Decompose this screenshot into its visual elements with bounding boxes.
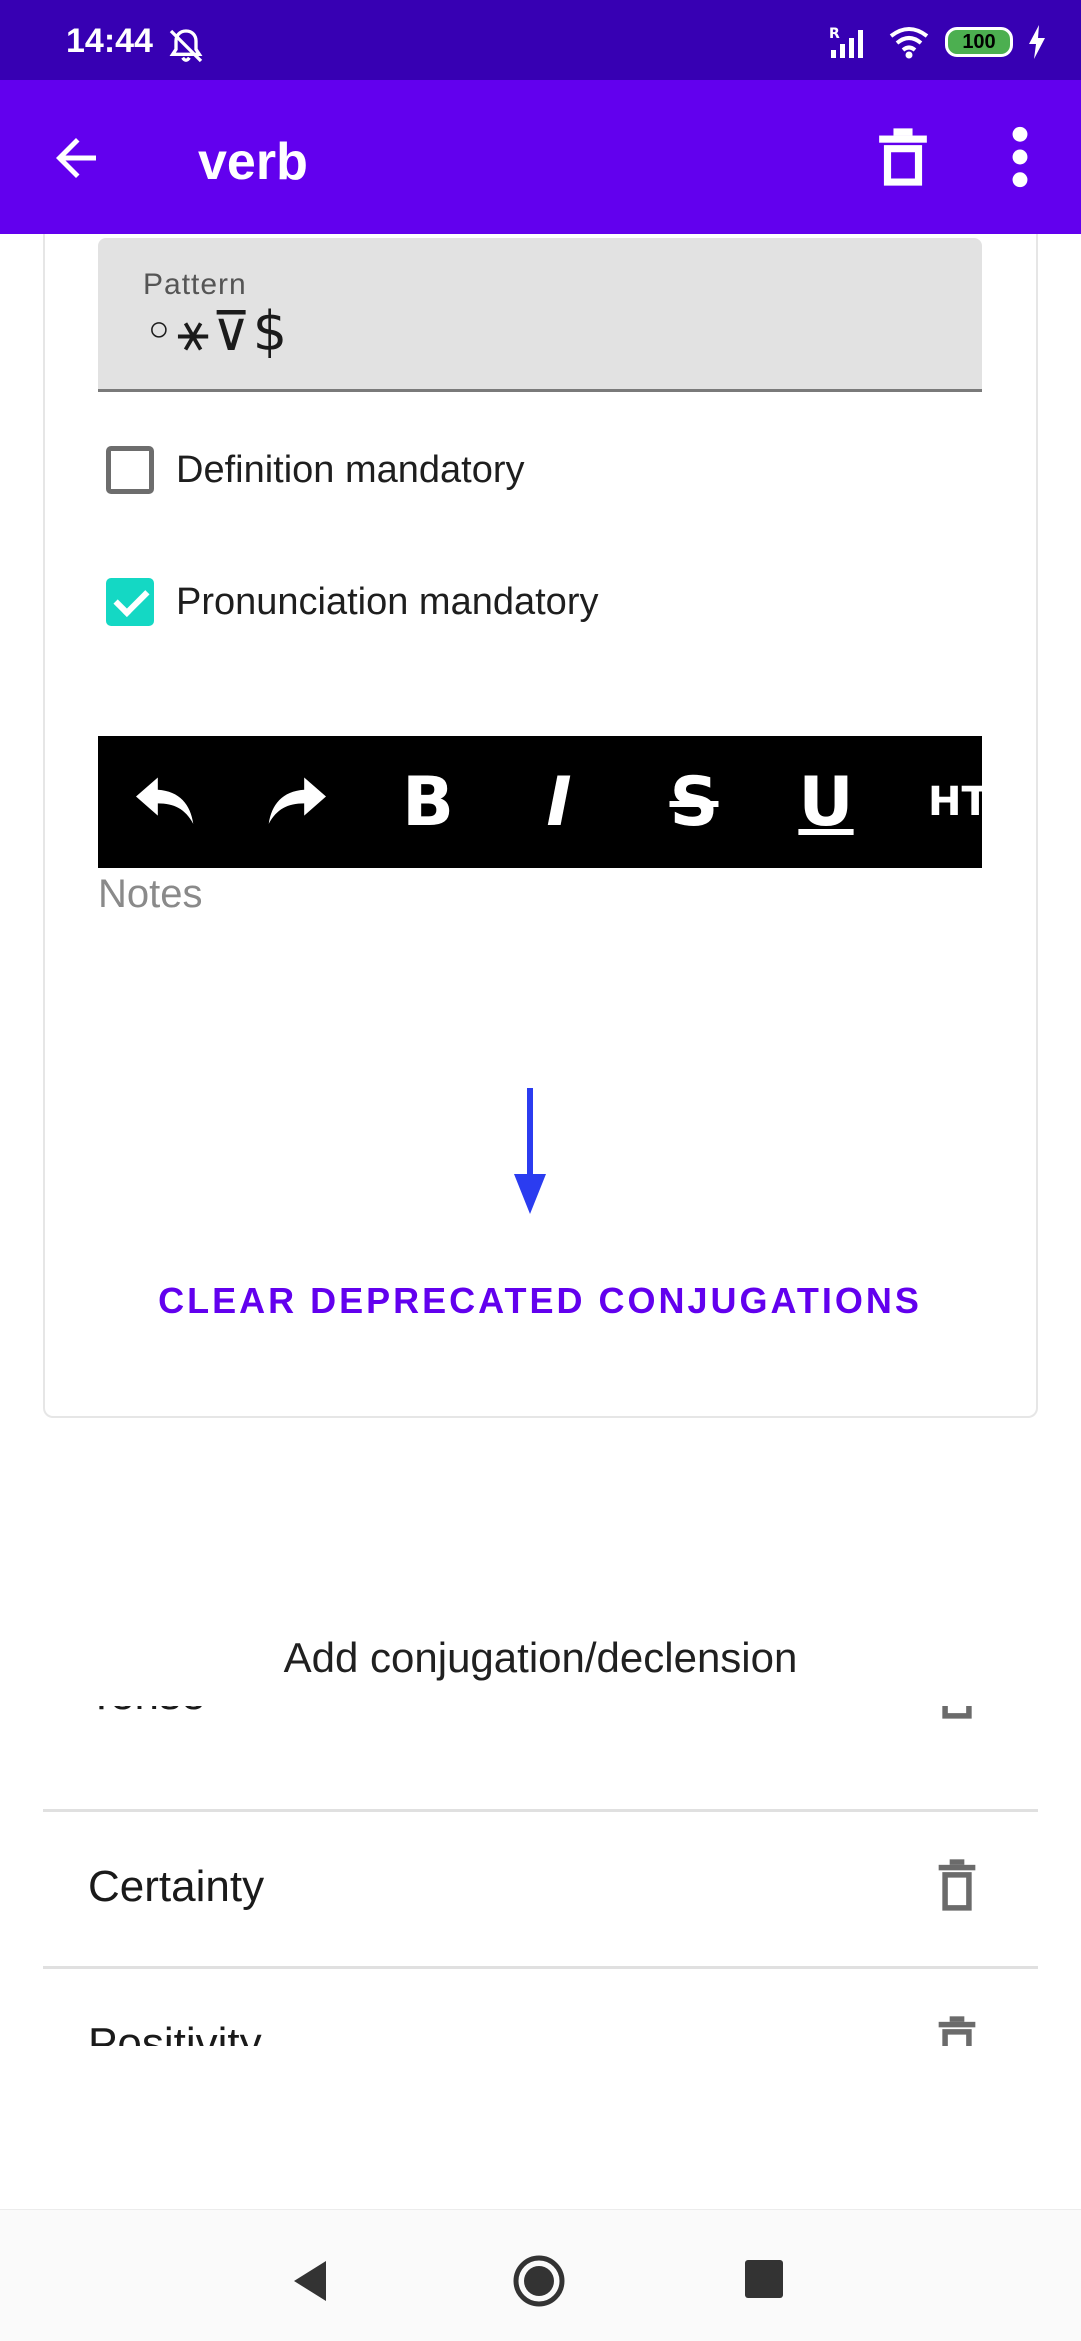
charging-icon	[1029, 25, 1045, 59]
pattern-label: Pattern	[143, 268, 247, 301]
pattern-field[interactable]: Pattern ◦⚹⊽$	[98, 238, 982, 392]
wifi-icon	[889, 27, 929, 59]
list-item[interactable]: Tense	[43, 1706, 1038, 1777]
system-nav-bar	[0, 2209, 1081, 2341]
down-arrow-icon	[514, 1088, 546, 1214]
list-item-label: Positivity	[88, 2019, 262, 2046]
nav-back-icon[interactable]	[286, 2256, 336, 2306]
status-icons: R 100	[827, 24, 1047, 60]
mute-icon	[169, 29, 203, 63]
app-bar: verb	[0, 80, 1081, 234]
back-arrow-icon[interactable]	[46, 128, 106, 188]
notes-editor[interactable]: Notes	[98, 872, 203, 917]
definition-mandatory-checkbox[interactable]	[106, 446, 154, 494]
delete-icon[interactable]	[935, 1706, 979, 1722]
undo-icon	[136, 777, 194, 824]
clear-deprecated-conjugations-button[interactable]: CLEAR DEPRECATED CONJUGATIONS	[98, 1280, 982, 1322]
strikethrough-button[interactable]: S	[654, 736, 734, 868]
conjugation-list[interactable]: Tense Certainty Positivity	[43, 1706, 1038, 2046]
add-conjugation-button[interactable]: Add conjugation/declension	[0, 1634, 1081, 1682]
page-title: verb	[198, 133, 308, 191]
editor-toolbar: B I S U HT	[98, 736, 982, 868]
signal-icon: R	[829, 26, 863, 58]
network-badge: R	[829, 26, 840, 42]
list-item[interactable]: Positivity	[43, 1969, 1038, 2046]
html-icon: HT	[928, 779, 982, 825]
redo-button[interactable]	[258, 736, 334, 868]
definition-mandatory-label[interactable]: Definition mandatory	[176, 449, 525, 492]
pronunciation-mandatory-row[interactable]: Pronunciation mandatory	[106, 578, 598, 626]
delete-icon[interactable]	[874, 126, 932, 188]
pronunciation-mandatory-label[interactable]: Pronunciation mandatory	[176, 581, 598, 624]
status-time: 14:44	[66, 22, 153, 60]
redo-icon	[268, 777, 326, 824]
nav-recents-icon[interactable]	[745, 2260, 783, 2298]
definition-mandatory-row[interactable]: Definition mandatory	[106, 446, 525, 494]
italic-button[interactable]: I	[524, 736, 594, 868]
italic-icon: I	[546, 762, 572, 842]
pattern-input[interactable]: ◦⚹⊽$	[143, 300, 289, 364]
bold-icon: B	[402, 762, 454, 842]
battery-indicator: 100	[945, 27, 1013, 57]
bold-button[interactable]: B	[388, 736, 468, 868]
delete-icon[interactable]	[935, 2013, 979, 2046]
list-item[interactable]: Certainty	[43, 1812, 1038, 1969]
list-item-label: Tense	[88, 1706, 205, 1720]
list-item-label: Certainty	[88, 1862, 265, 1911]
more-options-icon[interactable]	[1000, 126, 1040, 188]
strikethrough-icon: S	[669, 762, 719, 842]
undo-button[interactable]	[128, 736, 204, 868]
delete-icon[interactable]	[935, 1856, 979, 1914]
underline-button[interactable]: U	[786, 736, 866, 868]
html-button[interactable]: HT	[928, 736, 982, 868]
nav-home-icon[interactable]	[512, 2254, 566, 2308]
status-bar: 14:44 R 100	[0, 0, 1081, 80]
pronunciation-mandatory-checkbox[interactable]	[106, 578, 154, 626]
underline-icon: U	[798, 762, 854, 842]
